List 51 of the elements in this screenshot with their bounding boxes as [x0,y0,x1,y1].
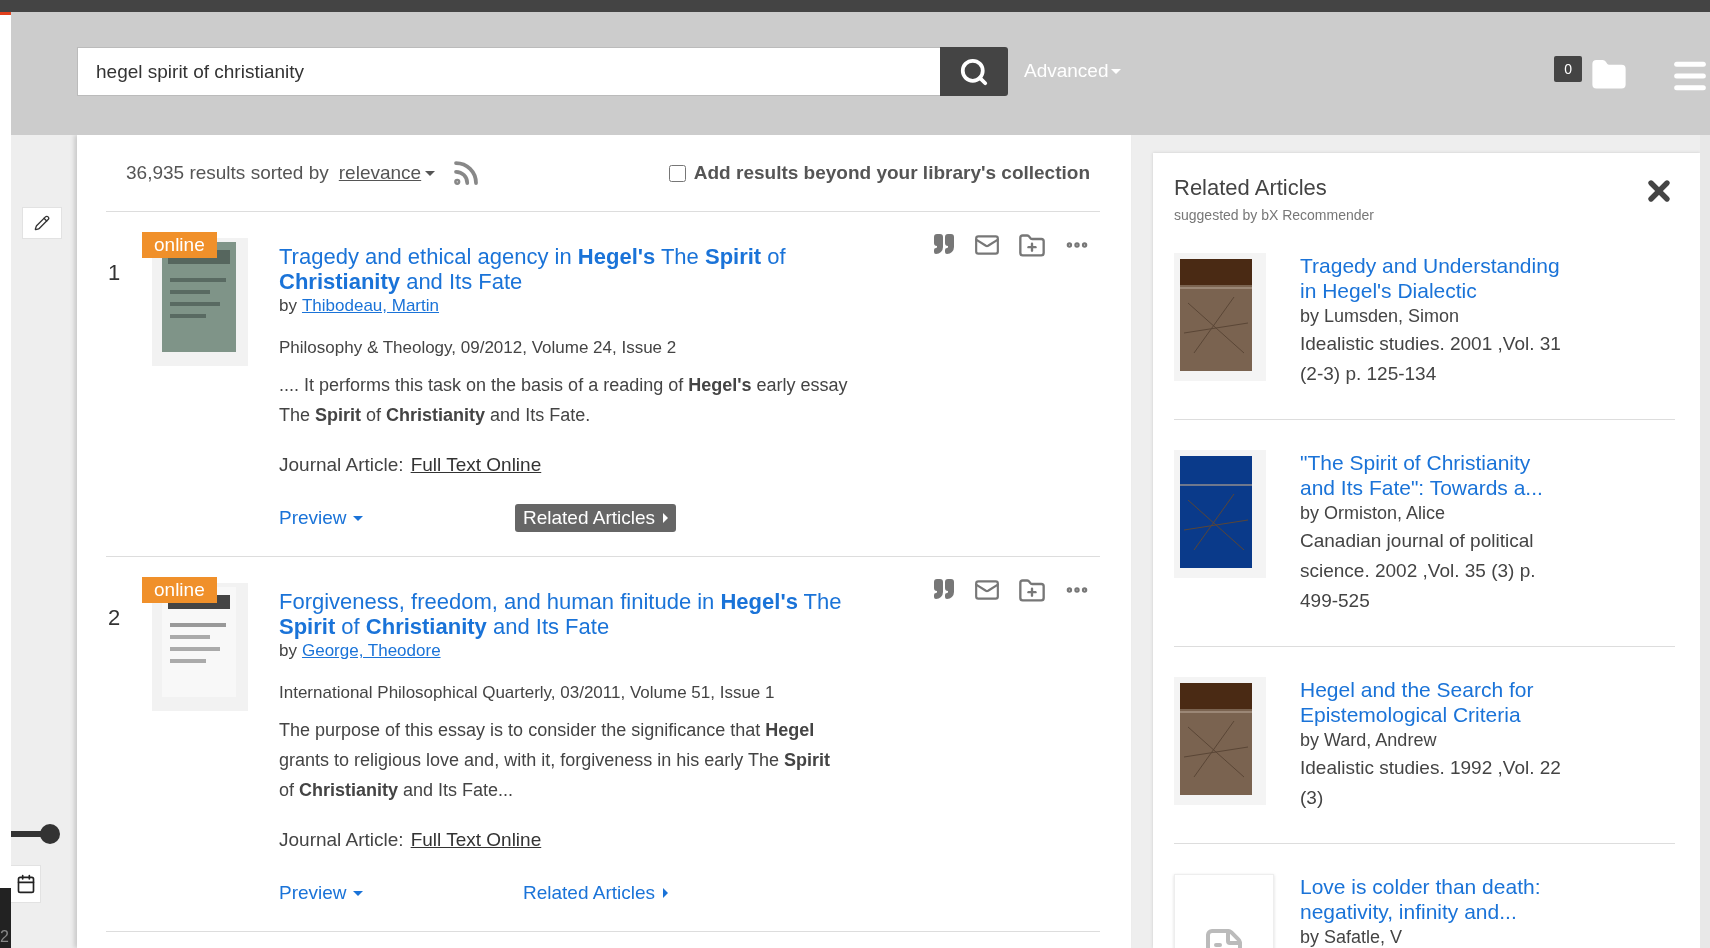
online-badge: online [142,577,217,603]
related-articles-button[interactable]: Related Articles [515,879,676,907]
calendar-icon [15,874,36,894]
toggle-icon[interactable] [11,823,61,845]
search-button[interactable] [940,47,1008,96]
result-number: 2 [107,604,122,632]
related-author: by Safatle, V [1300,927,1404,948]
folder-plus-icon[interactable] [1018,577,1046,605]
beyond-checkbox[interactable] [668,164,686,182]
folder-plus-icon[interactable] [1018,232,1046,260]
preview-button[interactable]: Preview [279,507,515,529]
result-title[interactable]: Tragedy and ethical agency in Hegel's The Spirit of Christianity and Its Fate [279,244,849,294]
related-citation: Idealistic studies. 1992 ,Vol. 22 (3) [1300,756,1562,810]
calendar-button[interactable] [11,865,41,903]
related-author: by Ormiston, Alice [1300,503,1447,524]
result-source: Philosophy & Theology, 09/2012, Volume 24, Issue 2 [279,338,678,358]
related-title[interactable]: Hegel and the Search for Epistemological Criteria [1300,677,1568,727]
related-author: by Ward, Andrew [1300,730,1438,751]
page-tab[interactable]: 2 [0,888,11,948]
panel-subtitle: suggested by bX Recommender [1174,207,1374,223]
result-number: 1 [107,259,122,287]
result-source: International Philosophical Quarterly, 03/2011, Volume 51, Issue 1 [279,683,776,703]
preview-button[interactable]: Preview [279,882,515,904]
panel-title: Related Articles [1174,175,1328,201]
related-articles-button[interactable]: Related Articles [515,504,676,532]
author-prefix: by [279,641,297,661]
folder-count: 0 [1554,56,1582,82]
pencil-icon [34,215,50,231]
full-text-link[interactable]: Full Text Online [410,454,542,476]
full-text-link[interactable]: Full Text Online [410,829,542,851]
author-link[interactable]: Thibodeau, Martin [301,296,439,316]
results-count: 36,935 results sorted by [126,162,329,184]
author-link[interactable]: George, Theodore [301,641,441,661]
related-title[interactable]: Tragedy and Understanding in Hegel's Dialectic [1300,253,1568,303]
related-citation: Canadian journal of political science. 2002 ,Vol. 35 (3) p. 499-525 [1300,529,1537,613]
result-title[interactable]: Forgiveness, freedom, and human finitude in Hegel's The Spirit of Christianity and Its Fate [279,589,849,639]
result-snippet: The purpose of this essay is to consider the significance that Hegel grants to religious love and, with it, forgiveness in his early The Spirit of Christianity and Its Fate... [279,719,831,802]
online-badge: online [142,232,217,258]
search-icon [959,56,989,87]
author-prefix: by [279,296,297,316]
format-label: Journal Article: [279,454,404,476]
format-label: Journal Article: [279,829,404,851]
search-field[interactable]: hegel spirit of christianity [77,47,940,96]
related-title[interactable]: Love is colder than death: negativity, infinity and... [1300,874,1568,924]
beyond-label: Add results beyond your library's collection [693,162,1090,184]
pencil-button[interactable] [22,207,62,239]
sort-link[interactable]: relevance [338,162,436,184]
related-author: by Lumsden, Simon [1300,306,1461,327]
related-title[interactable]: "The Spirit of Christianity and Its Fate": Towards a... [1300,450,1568,500]
related-citation: Idealistic studies. 2001 ,Vol. 31 (2-3) p. 125-134 [1300,332,1562,386]
result-snippet: .... It performs this task on the basis of a reading of Hegel's early essay The Spirit of Christianity and Its Fate. [279,374,849,427]
